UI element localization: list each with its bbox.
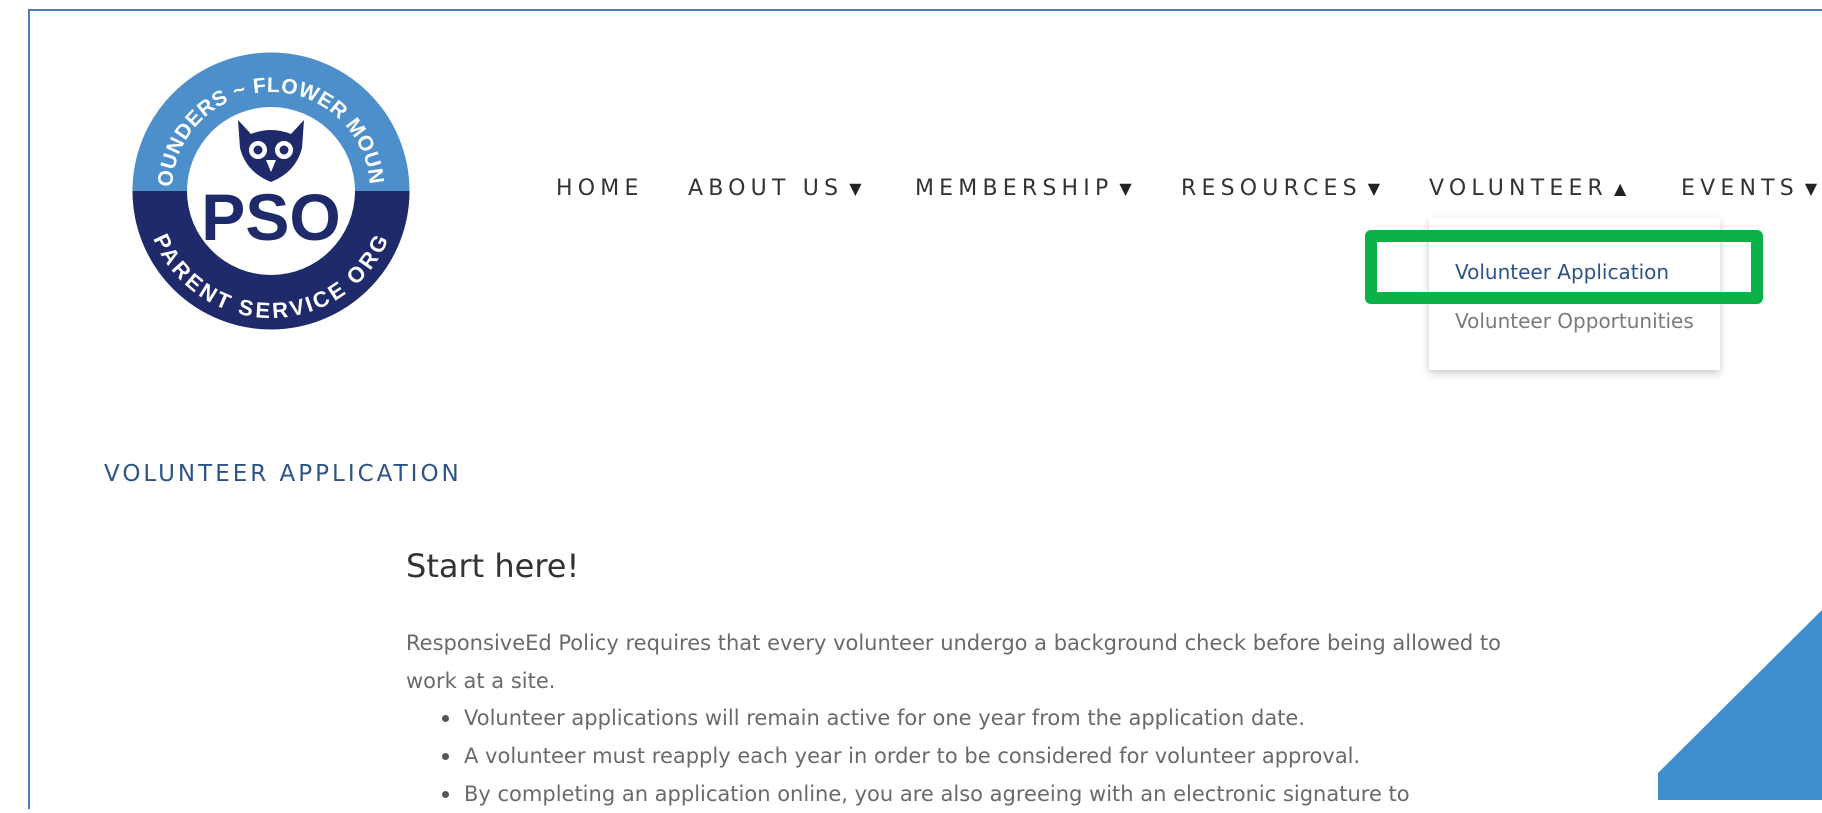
page-title: VOLUNTEER APPLICATION <box>104 461 462 487</box>
section-title: Start here! <box>406 547 580 585</box>
nav-item-home[interactable]: HOME <box>556 172 644 204</box>
nav-label: MEMBERSHIP <box>915 175 1114 201</box>
nav-label: VOLUNTEER <box>1429 175 1609 201</box>
nav-item-events[interactable]: EVENTS ▼ <box>1681 172 1817 204</box>
menu-item-volunteer-application[interactable]: Volunteer Application <box>1455 260 1669 284</box>
nav-item-membership[interactable]: MEMBERSHIP ▼ <box>915 172 1132 204</box>
nav-label: HOME <box>556 175 644 201</box>
caret-down-icon: ▼ <box>1804 178 1818 198</box>
menu-item-volunteer-opportunities[interactable]: Volunteer Opportunities <box>1455 309 1694 333</box>
caret-down-icon: ▼ <box>1119 178 1132 198</box>
caret-down-icon: ▼ <box>1367 178 1381 198</box>
caret-up-icon: ▲ <box>1614 178 1627 198</box>
volunteer-dropdown-menu: Volunteer Application Volunteer Opportun… <box>1429 218 1720 370</box>
list-item: A volunteer must reapply each year in or… <box>442 737 1594 775</box>
intro-paragraph: ResponsiveEd Policy requires that every … <box>406 631 1501 693</box>
nav-label: RESOURCES <box>1181 175 1362 201</box>
nav-label: ABOUT US <box>688 175 844 201</box>
nav-item-about-us[interactable]: ABOUT US ▼ <box>688 172 862 204</box>
main-nav: HOME ABOUT US ▼ MEMBERSHIP ▼ RESOURCES ▼… <box>0 172 1822 204</box>
requirements-list: Volunteer applications will remain activ… <box>406 699 1594 813</box>
nav-label: EVENTS <box>1681 175 1799 201</box>
list-item: By completing an application online, you… <box>442 775 1594 813</box>
nav-item-volunteer[interactable]: VOLUNTEER ▲ <box>1429 172 1626 204</box>
caret-down-icon: ▼ <box>849 178 862 198</box>
list-item: Volunteer applications will remain activ… <box>442 699 1594 737</box>
nav-item-resources[interactable]: RESOURCES ▼ <box>1181 172 1380 204</box>
